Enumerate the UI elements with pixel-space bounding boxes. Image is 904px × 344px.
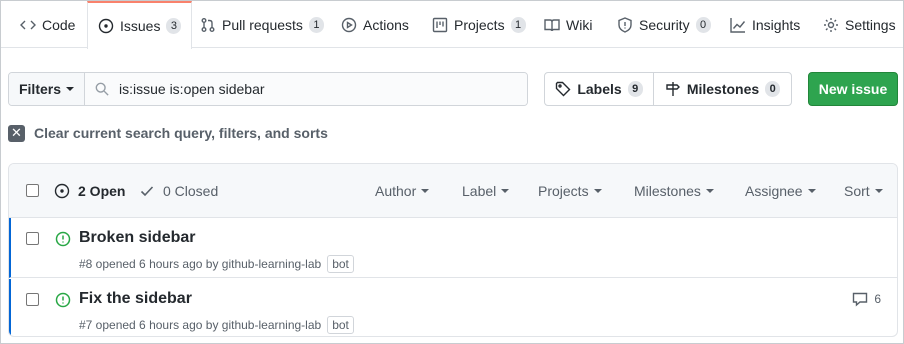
tab-code[interactable]: Code <box>20 1 75 48</box>
comments-count: 6 <box>874 292 881 306</box>
closed-issues-label: 0 Closed <box>163 183 219 199</box>
tab-projects-count: 1 <box>510 16 526 33</box>
issues-list: 2 Open 0 Closed Author Label Projects Mi… <box>8 163 898 337</box>
milestones-button[interactable]: Milestones 0 <box>654 73 791 105</box>
issue-opened-icon <box>54 183 70 199</box>
chevron-down-icon <box>705 189 714 193</box>
bot-badge: bot <box>327 255 354 273</box>
shield-icon <box>618 16 632 33</box>
tab-actions[interactable]: Actions <box>341 1 409 48</box>
play-icon <box>341 17 357 32</box>
issue-meta-text: #7 opened 6 hours ago by github-learning… <box>79 318 322 332</box>
tab-pull-requests-label: Pull requests <box>222 16 303 33</box>
filters-label: Filters <box>18 81 61 97</box>
book-icon <box>544 18 560 31</box>
issue-meta-text: #8 opened 6 hours ago by github-learning… <box>79 257 322 271</box>
author-filter-label: Author <box>375 183 417 199</box>
issue-opened-icon <box>98 18 114 34</box>
tab-wiki-label: Wiki <box>566 16 593 33</box>
tab-actions-label: Actions <box>363 16 409 33</box>
git-pull-request-icon <box>201 17 215 32</box>
labels-milestones-group: Labels 9 Milestones 0 <box>544 72 792 106</box>
tab-insights-label: Insights <box>752 16 801 33</box>
select-all-checkbox[interactable] <box>26 184 39 197</box>
chevron-down-icon <box>66 87 74 91</box>
milestones-filter[interactable]: Milestones <box>634 164 714 218</box>
app-frame: Code Issues 3 Pull requests 1 Actions Pr… <box>0 0 904 344</box>
graph-icon <box>730 17 746 33</box>
labels-button[interactable]: Labels 9 <box>545 73 654 105</box>
issue-checkbox[interactable] <box>26 293 39 306</box>
project-icon <box>432 17 448 32</box>
closed-issues-tab[interactable]: 0 Closed <box>139 164 218 218</box>
tab-security[interactable]: Security 0 <box>617 1 711 48</box>
repo-nav: Code Issues 3 Pull requests 1 Actions Pr… <box>1 1 903 49</box>
sort-filter-label: Sort <box>844 183 870 199</box>
issue-meta: #7 opened 6 hours ago by github-learning… <box>79 316 354 334</box>
tab-insights[interactable]: Insights <box>730 1 800 48</box>
label-filter-label: Label <box>462 183 497 199</box>
issues-list-header: 2 Open 0 Closed Author Label Projects Mi… <box>9 164 897 218</box>
labels-count: 9 <box>627 81 643 97</box>
tab-projects-label: Projects <box>454 16 505 33</box>
open-issues-label: 2 Open <box>78 183 126 199</box>
projects-filter-label: Projects <box>538 183 589 199</box>
milestones-label: Milestones <box>686 81 760 97</box>
milestones-filter-label: Milestones <box>634 183 701 199</box>
tab-settings[interactable]: Settings <box>823 1 896 48</box>
tab-settings-label: Settings <box>845 16 896 33</box>
tab-wiki[interactable]: Wiki <box>544 1 592 48</box>
search-icon <box>95 82 109 96</box>
comment-icon <box>853 292 868 307</box>
milestones-count: 0 <box>765 81 781 97</box>
open-issues-tab[interactable]: 2 Open <box>54 164 125 218</box>
tab-issues-label: Issues <box>120 18 161 34</box>
chevron-down-icon <box>501 189 510 193</box>
chevron-down-icon <box>421 189 430 193</box>
tab-security-label: Security <box>639 16 690 33</box>
tab-pull-requests-count: 1 <box>308 16 324 33</box>
milestone-icon <box>666 82 680 96</box>
chevron-down-icon <box>593 189 602 193</box>
clear-filters-text: Clear current search query, filters, and… <box>34 125 328 141</box>
assignee-filter-label: Assignee <box>745 183 803 199</box>
tab-security-count: 0 <box>695 16 711 33</box>
clear-filters-link[interactable]: ✕ Clear current search query, filters, a… <box>8 123 328 143</box>
bot-badge: bot <box>327 316 354 334</box>
close-icon: ✕ <box>8 124 25 142</box>
assignee-filter[interactable]: Assignee <box>745 164 816 218</box>
code-icon <box>20 20 36 29</box>
chevron-down-icon <box>807 189 816 193</box>
tab-code-label: Code <box>42 16 76 33</box>
tag-icon <box>556 81 571 97</box>
search-box <box>85 73 527 105</box>
labels-label: Labels <box>577 81 622 97</box>
comments-link[interactable]: 6 <box>852 291 881 307</box>
issue-title-link[interactable]: Broken sidebar <box>79 229 195 247</box>
issue-opened-icon <box>55 231 71 247</box>
issue-meta: #8 opened 6 hours ago by github-learning… <box>79 255 354 273</box>
check-icon <box>140 186 154 197</box>
issue-row[interactable]: Broken sidebar #8 opened 6 hours ago by … <box>9 218 897 278</box>
issue-checkbox[interactable] <box>26 232 39 245</box>
tab-pull-requests[interactable]: Pull requests 1 <box>200 1 324 48</box>
sort-filter[interactable]: Sort <box>844 164 883 218</box>
label-filter[interactable]: Label <box>462 164 510 218</box>
author-filter[interactable]: Author <box>375 164 430 218</box>
issue-title-link[interactable]: Fix the sidebar <box>79 290 192 308</box>
gear-icon <box>824 17 838 32</box>
filters-dropdown-button[interactable]: Filters <box>9 73 85 105</box>
chevron-down-icon <box>874 189 883 193</box>
search-input[interactable] <box>117 80 527 98</box>
issue-opened-icon <box>55 292 71 308</box>
tab-projects[interactable]: Projects 1 <box>432 1 526 48</box>
filter-search-group: Filters <box>8 72 528 106</box>
projects-filter[interactable]: Projects <box>538 164 602 218</box>
tab-issues[interactable]: Issues 3 <box>87 1 193 49</box>
issue-row[interactable]: Fix the sidebar #7 opened 6 hours ago by… <box>9 279 897 336</box>
tab-issues-count: 3 <box>166 18 182 34</box>
new-issue-button[interactable]: New issue <box>808 72 898 106</box>
